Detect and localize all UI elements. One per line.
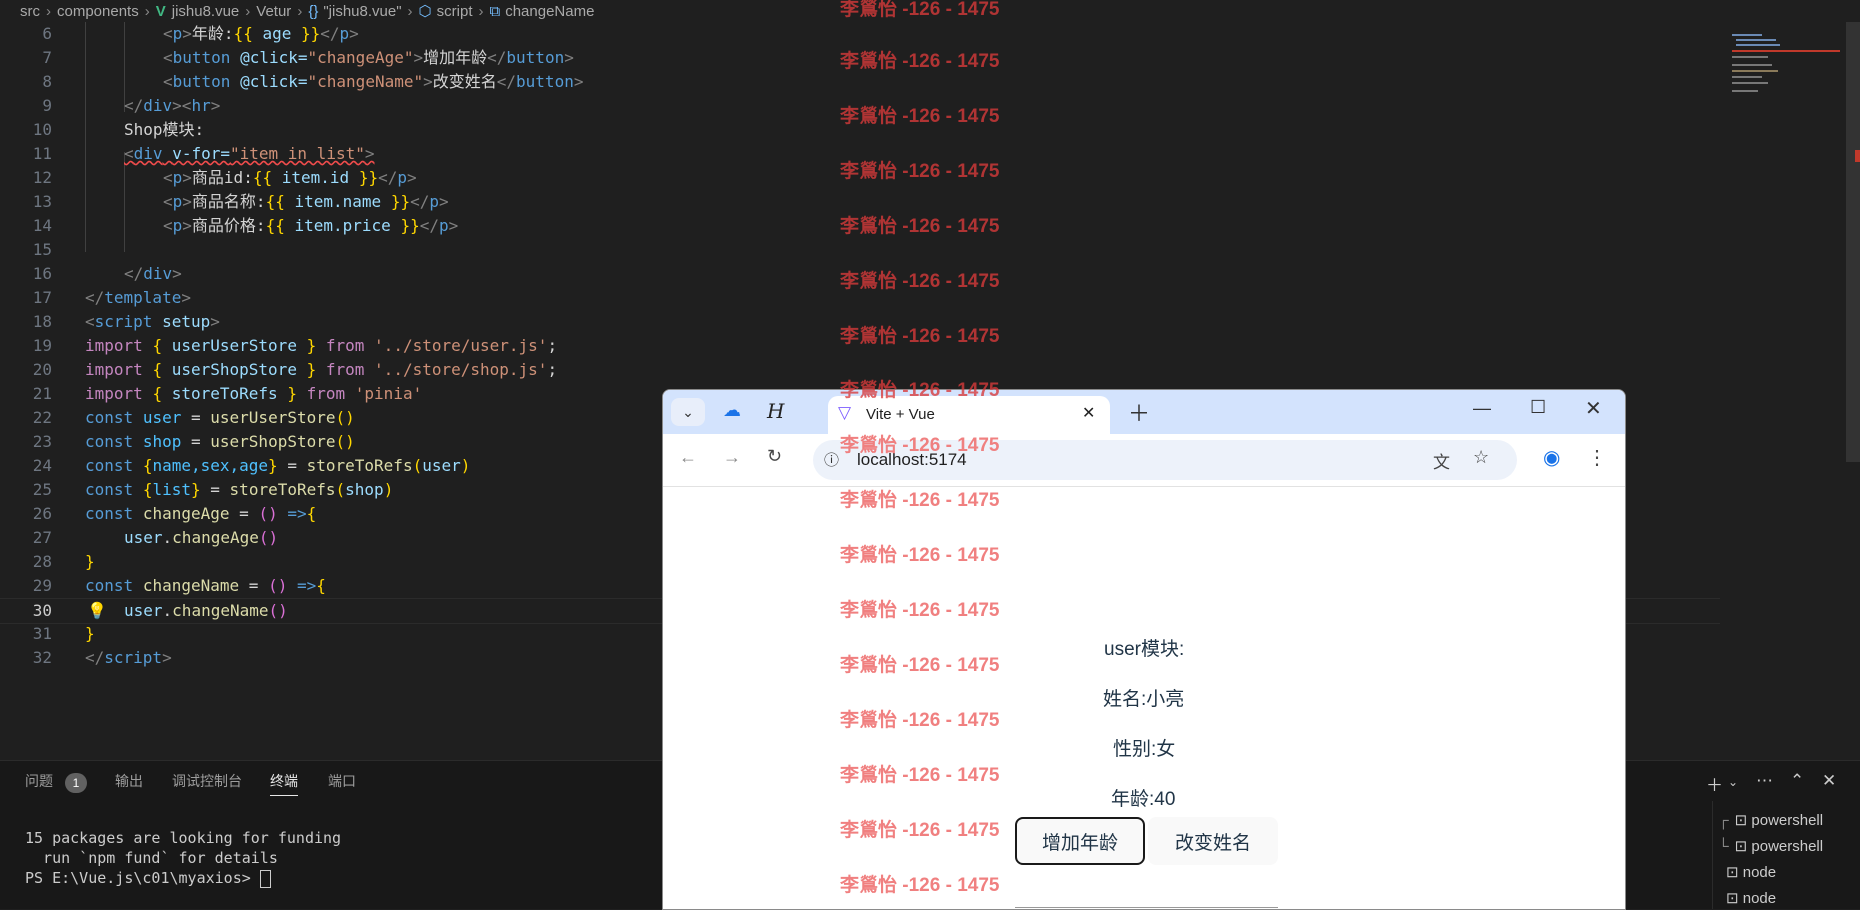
- terminal-list-item[interactable]: ⊡ node: [1726, 889, 1776, 907]
- watermark-text: 李鶑怡 -126 - 1475: [840, 600, 1000, 621]
- breadcrumb-module[interactable]: "jishu8.vue": [323, 3, 401, 20]
- watermark-text: 李鶑怡 -126 - 1475: [840, 161, 1000, 182]
- terminal-line: 15 packages are looking for funding: [25, 829, 342, 847]
- user-module-title: user模块:: [1104, 639, 1185, 660]
- change-name-button[interactable]: 改变姓名: [1148, 817, 1278, 865]
- tab-ports[interactable]: 端口: [328, 771, 356, 791]
- watermark-text: 李鶑怡 -126 - 1475: [840, 326, 1000, 347]
- watermark-text: 李鶑怡 -126 - 1475: [840, 271, 1000, 292]
- add-terminal-icon[interactable]: ＋: [1706, 771, 1723, 796]
- name-line: 姓名:小亮: [1103, 689, 1185, 710]
- breadcrumb-src[interactable]: src: [20, 3, 40, 20]
- watermark-text: 李鶑怡 -126 - 1475: [840, 380, 1000, 401]
- tab-debug-console[interactable]: 调试控制台: [172, 771, 242, 791]
- maximize-icon[interactable]: ☐: [1530, 397, 1546, 418]
- terminal-icon: ⊡: [1734, 838, 1748, 855]
- terminal-line: run `npm fund` for details: [25, 849, 278, 867]
- terminal-icon: ⊡: [1734, 812, 1748, 829]
- tab-title: Vite + Vue: [866, 406, 935, 423]
- terminal-list-item[interactable]: ⊡ node: [1726, 863, 1776, 881]
- code-line: 8 <button @click="changeName">改变姓名</butto…: [42, 72, 584, 91]
- tab-strip: ⌄ ☁ H ▽ Vite + Vue ✕ ＋ — ☐ ✕: [663, 390, 1625, 434]
- breadcrumb-components[interactable]: components: [57, 3, 139, 20]
- minimize-icon[interactable]: —: [1473, 398, 1491, 419]
- cloud-icon[interactable]: ☁: [723, 400, 741, 421]
- back-icon[interactable]: ←: [679, 447, 697, 468]
- browser-toolbar: ← → ↻ ⓘ localhost:5174 文 ☆ ◉ ⋮: [663, 434, 1625, 487]
- breadcrumb-file[interactable]: jishu8.vue: [172, 3, 240, 20]
- more-icon[interactable]: ⋯: [1756, 771, 1773, 791]
- increase-age-button[interactable]: 增加年龄: [1015, 817, 1145, 865]
- browser-window: ⌄ ☁ H ▽ Vite + Vue ✕ ＋ — ☐ ✕ ← → ↻ ⓘ loc…: [662, 389, 1626, 910]
- watermark-text: 李鶑怡 -126 - 1475: [840, 216, 1000, 237]
- tab-problems[interactable]: 问题: [25, 771, 53, 791]
- sex-line: 性别:女: [1113, 739, 1176, 760]
- translate-icon[interactable]: 文: [1433, 448, 1450, 473]
- page-content: user模块: 姓名:小亮 性别:女 年龄:40 增加年龄 改变姓名: [663, 487, 1625, 909]
- watermark-text: 李鶑怡 -126 - 1475: [840, 875, 1000, 896]
- terminal-prompt[interactable]: PS E:\Vue.js\c01\myaxios>: [25, 869, 271, 888]
- cube-icon: ⬡: [418, 3, 432, 20]
- breadcrumb-vetur[interactable]: Vetur: [256, 3, 291, 20]
- tab-terminal[interactable]: 终端: [270, 771, 298, 796]
- close-tab-icon[interactable]: ✕: [1082, 403, 1095, 423]
- code-line: 6 <p>年龄:{{ age }}</p>: [42, 24, 359, 43]
- terminal-icon: ⊡: [1726, 864, 1739, 881]
- watermark-text: 李鶑怡 -126 - 1475: [840, 435, 1000, 456]
- editor-scrollbar[interactable]: [1846, 22, 1860, 462]
- new-tab-icon[interactable]: ＋: [1128, 396, 1150, 428]
- terminal-cursor: [259, 869, 271, 888]
- vue-file-icon: V: [155, 2, 166, 20]
- browser-menu-icon[interactable]: ⋮: [1587, 445, 1607, 470]
- watermark-text: 李鶑怡 -126 - 1475: [840, 765, 1000, 786]
- watermark-text: 李鶑怡 -126 - 1475: [840, 490, 1000, 511]
- close-window-icon[interactable]: ✕: [1585, 396, 1602, 421]
- watermark-text: 李鶑怡 -126 - 1475: [840, 0, 1000, 20]
- lightbulb-icon[interactable]: 💡: [87, 599, 107, 623]
- terminal-list-item[interactable]: ┌ ⊡ powershell: [1718, 811, 1823, 829]
- site-info-icon[interactable]: ⓘ: [824, 449, 839, 470]
- h-extension-icon[interactable]: H: [767, 399, 784, 423]
- tab-search-button[interactable]: ⌄: [671, 398, 705, 426]
- close-panel-icon[interactable]: ✕: [1822, 771, 1836, 791]
- reload-icon[interactable]: ↻: [767, 446, 782, 467]
- maximize-panel-icon[interactable]: ⌃: [1790, 771, 1804, 791]
- watermark-text: 李鶑怡 -126 - 1475: [840, 51, 1000, 72]
- braces-icon: {}: [308, 2, 319, 20]
- terminal-list-item[interactable]: └ ⊡ powershell: [1718, 837, 1823, 855]
- age-line: 年龄:40: [1111, 789, 1176, 810]
- watermark-text: 李鶑怡 -126 - 1475: [840, 710, 1000, 731]
- forward-icon[interactable]: →: [723, 447, 741, 468]
- problems-count-badge: 1: [65, 773, 87, 793]
- error-marker: [1855, 150, 1860, 162]
- watermark-text: 李鶑怡 -126 - 1475: [840, 655, 1000, 676]
- breadcrumb-script[interactable]: script: [437, 3, 473, 20]
- vite-logo-icon: ▽: [838, 403, 852, 422]
- chevron-down-icon[interactable]: ⌄: [1728, 775, 1738, 789]
- watermark-text: 李鶑怡 -126 - 1475: [840, 545, 1000, 566]
- profile-icon[interactable]: ◉: [1543, 445, 1560, 470]
- breadcrumb-symbol[interactable]: changeName: [505, 3, 594, 20]
- terminal-icon: ⊡: [1726, 890, 1739, 907]
- code-line: 15: [32, 240, 52, 259]
- symbol-icon: ⧉: [489, 2, 501, 20]
- watermark-text: 李鶑怡 -126 - 1475: [840, 820, 1000, 841]
- watermark-text: 李鶑怡 -126 - 1475: [840, 106, 1000, 127]
- bookmark-star-icon[interactable]: ☆: [1473, 447, 1489, 468]
- tab-output[interactable]: 输出: [115, 771, 143, 791]
- minimap[interactable]: [1728, 30, 1840, 100]
